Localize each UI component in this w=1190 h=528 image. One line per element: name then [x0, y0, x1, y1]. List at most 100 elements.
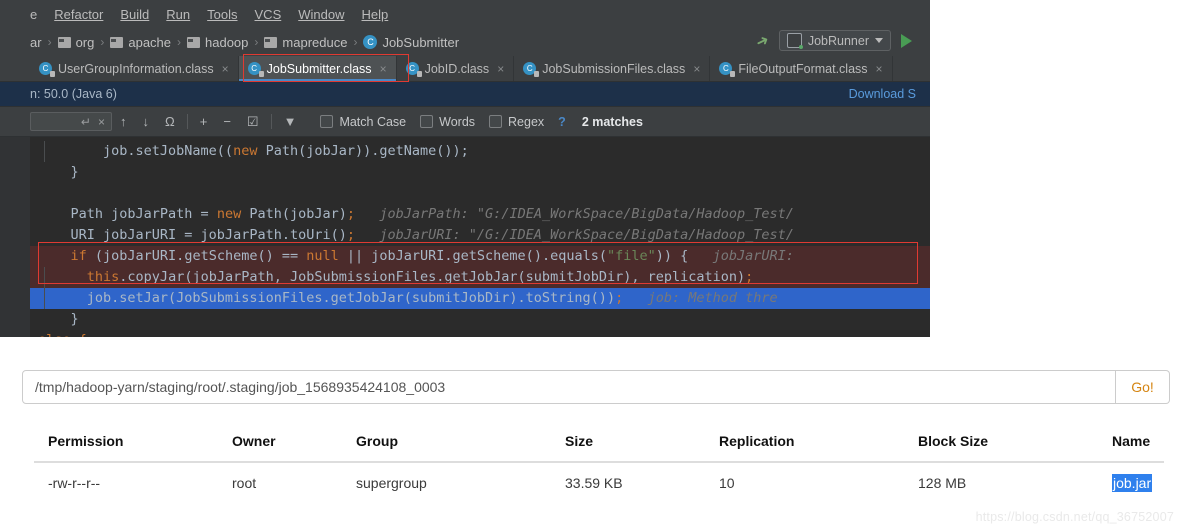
java-class-icon: C: [363, 35, 378, 49]
code-token: jobJarPath: "G:/IDEA_WorkSpace/BigData/H…: [355, 206, 794, 222]
close-icon[interactable]: ×: [876, 62, 883, 76]
toolbar-divider: [186, 114, 188, 129]
table-row[interactable]: -rw-r--r-- root supergroup 33.59 KB 10 1…: [34, 462, 1164, 501]
breadcrumb-item-jar[interactable]: ar: [30, 35, 42, 50]
code-line: URI jobJarURI = jobJarPath.toUri(); jobJ…: [30, 225, 930, 246]
find-previous-icon[interactable]: ↑: [112, 114, 135, 129]
close-icon[interactable]: ×: [380, 62, 387, 76]
code-token: jobJarURI: "/G:/IDEA_WorkSpace/BigData/H…: [355, 227, 794, 243]
breadcrumb-separator-icon: ›: [100, 35, 105, 49]
cell-group: supergroup: [356, 475, 427, 491]
column-header-size[interactable]: Size: [551, 427, 705, 463]
menu-item-help-label: Help: [361, 6, 389, 22]
select-occurrences-icon[interactable]: ☑: [239, 114, 267, 130]
checkbox-icon[interactable]: [320, 115, 334, 128]
clear-icon[interactable]: ×: [98, 115, 105, 129]
code-token: URI jobJarURI = jobJarPath.toUri(): [38, 227, 347, 243]
column-header-owner[interactable]: Owner: [218, 427, 342, 463]
menu-item-run[interactable]: Run: [166, 7, 190, 22]
menu-item-window[interactable]: Window: [298, 7, 344, 22]
close-icon[interactable]: ×: [693, 62, 700, 76]
tab-fileoutputformat[interactable]: C FileOutputFormat.class ×: [710, 56, 893, 81]
regex-checkbox[interactable]: Regex: [489, 115, 544, 129]
code-editor[interactable]: job.setJobName((new Path(jobJar)).getNam…: [0, 137, 930, 337]
menu-item-refactor[interactable]: Refactor: [54, 7, 103, 22]
cell-owner: root: [232, 475, 257, 491]
breadcrumb-item-hadoop[interactable]: hadoop: [187, 35, 248, 50]
breadcrumb-separator-icon: ›: [47, 35, 52, 49]
run-configuration-name: JobRunner: [807, 33, 869, 48]
cell-size: 33.59 KB: [565, 475, 623, 491]
code-token: job.setJar(JobSubmissionFiles.getJobJar(…: [38, 290, 616, 306]
path-input[interactable]: /tmp/hadoop-yarn/staging/root/.staging/j…: [22, 370, 1116, 404]
file-name-link[interactable]: job.jar: [1112, 474, 1153, 492]
column-header-permission[interactable]: Permission: [34, 427, 218, 463]
breadcrumb-item-apache[interactable]: apache: [110, 35, 171, 50]
code-line: this.copyJar(jobJarPath, JobSubmissionFi…: [30, 267, 930, 288]
code-token: Path(jobJar): [241, 206, 347, 222]
checkbox-icon[interactable]: [489, 115, 503, 128]
column-header-group[interactable]: Group: [342, 427, 551, 463]
build-hammer-icon[interactable]: ➜: [753, 30, 772, 52]
breadcrumb-item-org[interactable]: org: [57, 34, 95, 50]
table-header-row: Permission Owner Group Size Replication …: [34, 427, 1164, 463]
close-icon[interactable]: ×: [222, 62, 229, 76]
match-case-label: Match Case: [339, 114, 407, 129]
tab-label: JobSubmissionFiles.class: [542, 61, 686, 76]
menu-item-0[interactable]: e: [30, 7, 37, 22]
breadcrumb-label-1: org: [75, 34, 95, 50]
run-play-icon[interactable]: [901, 33, 912, 48]
breadcrumb-item-jobsubmitter[interactable]: C JobSubmitter: [363, 35, 459, 50]
tab-label: FileOutputFormat.class: [738, 61, 868, 76]
menu-item-tools-label: Tools: [207, 6, 238, 22]
find-input[interactable]: ↵ ×: [30, 112, 112, 131]
menu-item-help[interactable]: Help: [362, 7, 389, 22]
find-next-icon[interactable]: ↓: [135, 114, 158, 129]
menu-item-tools[interactable]: Tools: [207, 7, 237, 22]
remove-occurrence-icon[interactable]: −: [215, 114, 239, 129]
code-token: jobJarURI:: [688, 248, 794, 264]
close-icon[interactable]: ×: [497, 62, 504, 76]
editor-tab-bar: C UserGroupInformation.class × C JobSubm…: [0, 56, 930, 82]
hdfs-file-table: Permission Owner Group Size Replication …: [34, 427, 1164, 501]
tab-label: JobSubmitter.class: [266, 61, 372, 76]
add-occurrence-icon[interactable]: +: [192, 114, 216, 129]
enter-icon[interactable]: ↵: [81, 115, 91, 129]
go-button[interactable]: Go!: [1116, 370, 1170, 404]
regex-help-icon[interactable]: ?: [558, 115, 566, 129]
menu-item-build[interactable]: Build: [120, 7, 149, 22]
breadcrumb-item-mapreduce[interactable]: mapreduce: [264, 35, 347, 50]
folder-icon: [187, 36, 201, 48]
code-token: Path jobJarPath =: [38, 206, 217, 222]
select-all-occurrences-icon[interactable]: Ω: [157, 114, 183, 129]
column-header-name[interactable]: Name: [1098, 427, 1164, 463]
code-line: else {: [30, 330, 930, 337]
checkbox-icon[interactable]: [420, 115, 434, 128]
breadcrumb-label-3: hadoop: [205, 34, 249, 50]
code-token: ;: [346, 227, 355, 243]
words-checkbox[interactable]: Words: [420, 115, 475, 129]
code-token: || jobJarURI.getScheme().equals(: [338, 248, 607, 264]
column-header-block-size[interactable]: Block Size: [904, 427, 1098, 463]
tab-jobsubmitter[interactable]: C JobSubmitter.class ×: [238, 56, 397, 81]
run-configuration-toolbar: ➜ JobRunner: [753, 30, 912, 52]
column-header-replication[interactable]: Replication: [705, 427, 904, 463]
indent-guide: [44, 288, 45, 309]
download-sources-link[interactable]: Download S: [849, 87, 916, 101]
tab-jobsubmissionfiles[interactable]: C JobSubmissionFiles.class ×: [514, 56, 711, 81]
code-token: }: [38, 164, 79, 180]
tab-usergroupinformation[interactable]: C UserGroupInformation.class ×: [30, 56, 239, 81]
code-token: )) {: [655, 248, 689, 264]
filter-icon[interactable]: ▼: [276, 114, 305, 129]
code-lines-container: job.setJobName((new Path(jobJar)).getNam…: [30, 141, 930, 337]
indent-guide: [44, 267, 45, 288]
run-configuration-selector[interactable]: JobRunner: [778, 30, 891, 51]
regex-label: Regex: [508, 114, 545, 129]
editor-gutter[interactable]: [0, 137, 30, 337]
match-case-checkbox[interactable]: Match Case: [320, 115, 406, 129]
menu-item-vcs-label: VCS: [254, 6, 282, 22]
menu-item-vcs[interactable]: VCS: [255, 7, 282, 22]
code-line: Path jobJarPath = new Path(jobJar); jobJ…: [30, 204, 930, 225]
tab-jobid[interactable]: C JobID.class ×: [397, 56, 515, 81]
